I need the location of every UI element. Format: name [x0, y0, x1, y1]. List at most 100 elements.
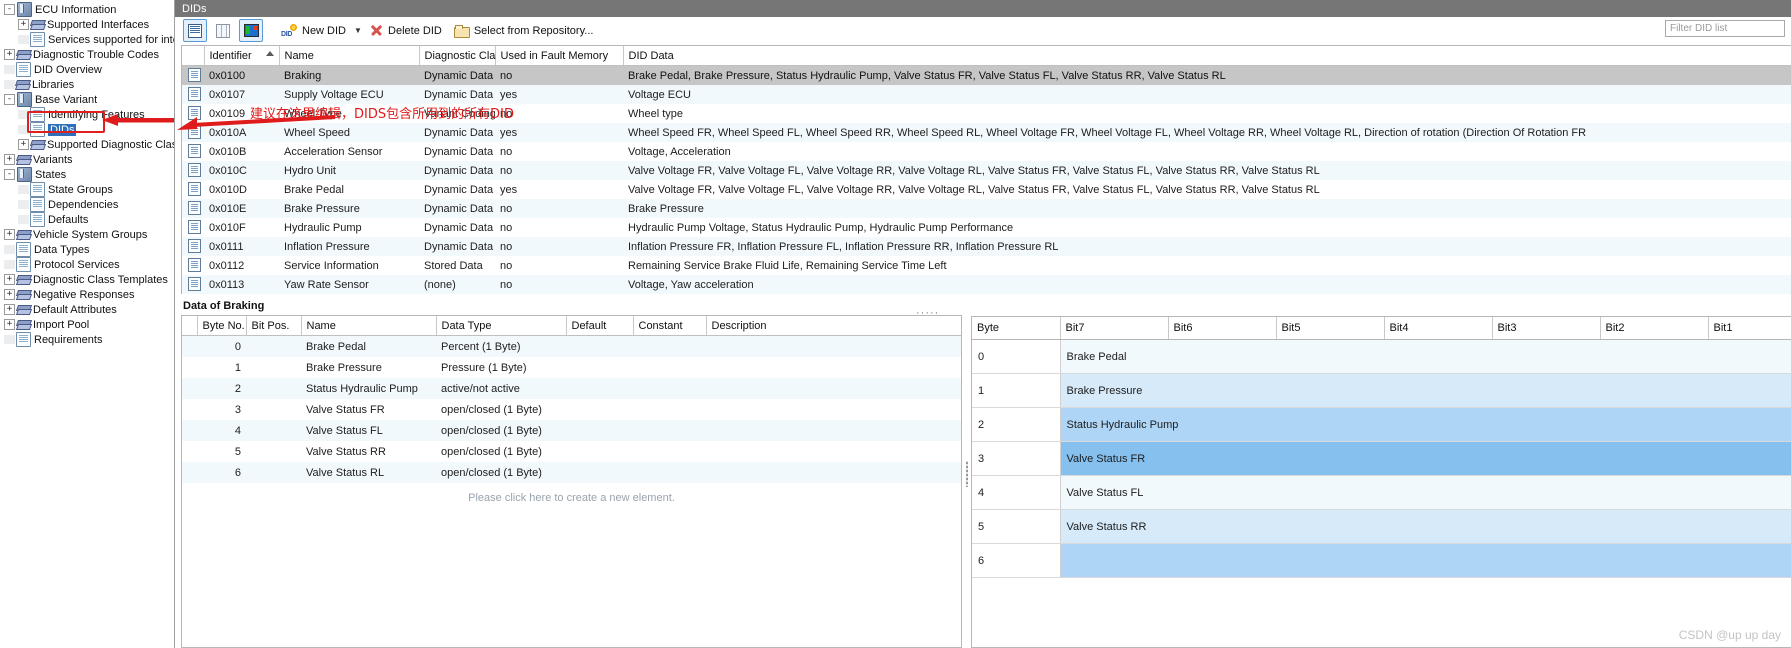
tree-item-import-pool[interactable]: + Import Pool	[0, 317, 174, 332]
project-tree-pane[interactable]: - ECU Information + Supported Interfaces Ser…	[0, 0, 175, 648]
tree-item-default-attributes[interactable]: + Default Attributes	[0, 302, 174, 317]
tree-item-did-overview[interactable]: DID Overview	[0, 62, 174, 77]
cell-used-in-fault-memory: no	[495, 199, 623, 218]
bit-column-header-bit3[interactable]: Bit3	[1492, 317, 1601, 340]
tree-item-identifying-features[interactable]: Identifying Features	[0, 107, 174, 122]
bitmap-grid[interactable]: Byte Bit7 Bit6 Bit5 Bit4 Bit3 Bit2 Bit1 0 Brake …	[971, 316, 1791, 648]
table-row[interactable]: 0x010B Acceleration Sensor Dynamic Data no V…	[182, 142, 1791, 161]
tree-item-label: State Groups	[48, 183, 113, 196]
bitmap-row[interactable]: 0 Brake Pedal	[972, 339, 1791, 374]
detail-column-header-default[interactable]: Default	[566, 316, 634, 336]
tree-item-states[interactable]: - States	[0, 167, 174, 182]
bitmap-row[interactable]: 1 Brake Pressure	[972, 373, 1791, 408]
collapse-icon[interactable]: -	[4, 4, 15, 15]
new-did-button[interactable]: DID New DID	[275, 19, 352, 42]
detail-row[interactable]: 1 Brake Pressure Pressure (1 Byte)	[182, 357, 961, 378]
view-columns-button[interactable]	[211, 19, 235, 42]
expand-icon[interactable]: +	[4, 154, 15, 165]
bitmap-row[interactable]: 6	[972, 543, 1791, 578]
expand-icon[interactable]: +	[18, 19, 29, 30]
detail-column-header-byte-no[interactable]: Byte No.	[197, 316, 247, 336]
detail-column-header-constant[interactable]: Constant	[633, 316, 707, 336]
delete-did-button[interactable]: Delete DID	[364, 19, 448, 42]
bit-column-header-bit5[interactable]: Bit5	[1276, 317, 1385, 340]
table-row[interactable]: 0x010C Hydro Unit Dynamic Data no Valve Volt…	[182, 161, 1791, 180]
tree-item-dids[interactable]: DIDs	[0, 122, 174, 137]
table-row[interactable]: 0x010E Brake Pressure Dynamic Data no Brake …	[182, 199, 1791, 218]
cell-used-in-fault-memory: no	[500, 145, 513, 158]
tree-item-variants[interactable]: + Variants	[0, 152, 174, 167]
table-row[interactable]: 0x0100 Braking Dynamic Data no Brake Pedal, …	[182, 65, 1791, 85]
tree-item-dependencies[interactable]: Dependencies	[0, 197, 174, 212]
expand-icon[interactable]: +	[4, 304, 15, 315]
table-row[interactable]: 0x010F Hydraulic Pump Dynamic Data no Hydrau…	[182, 218, 1791, 237]
horizontal-splitter[interactable]	[962, 300, 971, 648]
bit-column-header-bit6[interactable]: Bit6	[1168, 317, 1277, 340]
detail-row[interactable]: 3 Valve Status FR open/closed (1 Byte)	[182, 399, 961, 420]
table-row[interactable]: 0x0113 Yaw Rate Sensor (none) no Voltage, Ya…	[182, 275, 1791, 294]
detail-column-header-data-type[interactable]: Data Type	[436, 316, 567, 336]
view-list-button[interactable]	[183, 19, 207, 42]
tree-item-libraries[interactable]: Libraries	[0, 77, 174, 92]
new-did-dropdown-button[interactable]: ▼	[352, 20, 364, 41]
filter-did-list-input[interactable]: Filter DID list	[1665, 20, 1785, 37]
tree-item-supported-interfaces[interactable]: + Supported Interfaces	[0, 17, 174, 32]
bit-column-header-byte[interactable]: Byte	[972, 317, 1061, 340]
detail-create-hint[interactable]: Please click here to create a new elemen…	[182, 483, 961, 504]
bit-column-header-bit4[interactable]: Bit4	[1384, 317, 1493, 340]
tree-item-data-types[interactable]: Data Types	[0, 242, 174, 257]
tree-item-state-groups[interactable]: State Groups	[0, 182, 174, 197]
tree-item-negative-responses[interactable]: + Negative Responses	[0, 287, 174, 302]
tree-item-protocol-services[interactable]: Protocol Services	[0, 257, 174, 272]
tree-item-diagnostic-trouble-codes[interactable]: + Diagnostic Trouble Codes	[0, 47, 174, 62]
column-header-used-in-fault-memory[interactable]: Used in Fault Memory	[495, 46, 624, 66]
bitmap-byte-number: 4	[972, 475, 1061, 510]
tree-item-ecu-information[interactable]: - ECU Information	[0, 2, 174, 17]
table-row[interactable]: 0x0107 Supply Voltage ECU Dynamic Data yes V…	[182, 85, 1791, 104]
detail-grid[interactable]: Byte No. Bit Pos. Name Data Type Default Cons…	[181, 315, 962, 648]
collapse-icon[interactable]: -	[4, 169, 15, 180]
expand-icon[interactable]: +	[4, 49, 15, 60]
detail-row[interactable]: 6 Valve Status RL open/closed (1 Byte)	[182, 462, 961, 483]
tree-item-defaults[interactable]: Defaults	[0, 212, 174, 227]
did-list-grid[interactable]: Identifier Name Diagnostic Class Used in Fa…	[181, 45, 1791, 294]
expand-icon[interactable]: +	[4, 274, 15, 285]
collapse-icon[interactable]: -	[4, 94, 15, 105]
expand-icon[interactable]: +	[4, 319, 15, 330]
table-row[interactable]: 0x0111 Inflation Pressure Dynamic Data no In…	[182, 237, 1791, 256]
column-header-name[interactable]: Name	[279, 46, 420, 66]
tree-item-base-variant[interactable]: - Base Variant	[0, 92, 174, 107]
expand-icon[interactable]: +	[4, 289, 15, 300]
table-row[interactable]: 0x0109 Wheel Type Variant Coding no Wheel ty…	[182, 104, 1791, 123]
column-header-did-data[interactable]: DID Data	[623, 46, 1791, 66]
select-from-repository-button[interactable]: Select from Repository...	[448, 19, 600, 42]
table-row[interactable]: 0x010A Wheel Speed Dynamic Data yes Wheel Sp…	[182, 123, 1791, 142]
tree-item-vehicle-system-groups[interactable]: + Vehicle System Groups	[0, 227, 174, 242]
table-row[interactable]: 0x0112 Service Information Stored Data no Re…	[182, 256, 1791, 275]
bitmap-row[interactable]: 4 Valve Status FL	[972, 475, 1791, 510]
bitmap-row[interactable]: 5 Valve Status RR	[972, 509, 1791, 544]
table-row[interactable]: 0x010D Brake Pedal Dynamic Data yes Valve Vo…	[182, 180, 1791, 199]
tree-item-supported-diagnostic-classes[interactable]: + Supported Diagnostic Classes	[0, 137, 174, 152]
detail-table: Byte No. Bit Pos. Name Data Type Default Cons…	[182, 316, 961, 483]
expand-icon[interactable]: +	[4, 229, 15, 240]
bit-column-header-bit1[interactable]: Bit1	[1708, 317, 1791, 340]
detail-row[interactable]: 4 Valve Status FL open/closed (1 Byte)	[182, 420, 961, 441]
bitmap-row[interactable]: 3 Valve Status FR	[972, 441, 1791, 476]
detail-row[interactable]: 0 Brake Pedal Percent (1 Byte)	[182, 335, 961, 357]
detail-column-header-description[interactable]: Description	[706, 316, 961, 336]
detail-column-header-bit-pos[interactable]: Bit Pos.	[246, 316, 302, 336]
tree-item-requirements[interactable]: Requirements	[0, 332, 174, 347]
bit-column-header-bit7[interactable]: Bit7	[1060, 317, 1169, 340]
tree-item-services-supported-for-interfa[interactable]: Services supported for interfa	[0, 32, 174, 47]
bitmap-row[interactable]: 2 Status Hydraulic Pump	[972, 407, 1791, 442]
detail-row[interactable]: 2 Status Hydraulic Pump active/not active	[182, 378, 961, 399]
tree-item-diagnostic-class-templates[interactable]: + Diagnostic Class Templates	[0, 272, 174, 287]
column-header-diagnostic-class[interactable]: Diagnostic Class	[419, 46, 506, 66]
detail-row[interactable]: 5 Valve Status RR open/closed (1 Byte)	[182, 441, 961, 462]
column-header-identifier[interactable]: Identifier	[204, 46, 280, 66]
bit-column-header-bit2[interactable]: Bit2	[1600, 317, 1709, 340]
detail-column-header-name[interactable]: Name	[301, 316, 437, 336]
view-graphic-button[interactable]	[239, 19, 263, 42]
expand-icon[interactable]: +	[18, 139, 29, 150]
